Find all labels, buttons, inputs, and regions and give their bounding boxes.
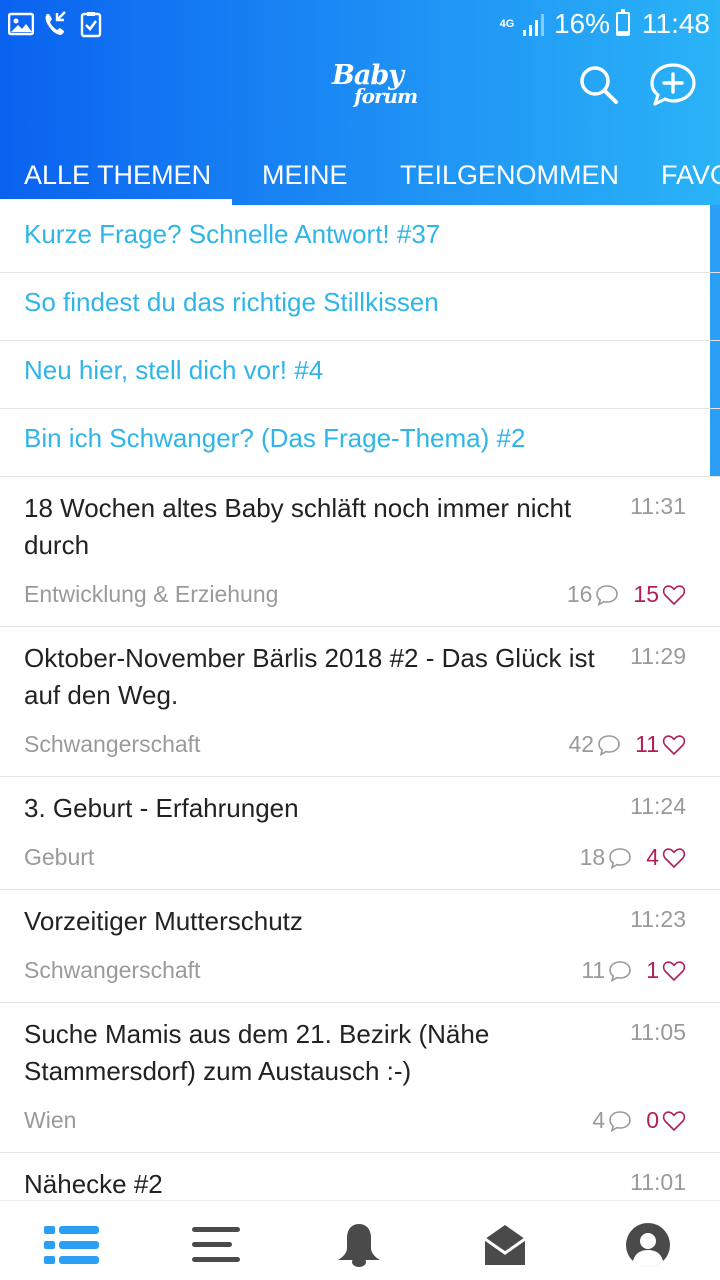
topic-list-icon[interactable]	[40, 1221, 104, 1269]
thread-time: 11:29	[630, 643, 686, 669]
status-bar: 4G 16% 11:48	[0, 0, 720, 50]
heart-icon[interactable]	[662, 1110, 686, 1132]
thread-row[interactable]: Vorzeitiger Mutterschutz 11:23 Schwanger…	[0, 890, 720, 1003]
image-icon	[8, 12, 34, 36]
thread-category: Schwangerschaft	[24, 731, 201, 757]
thread-row[interactable]: Suche Mamis aus dem 21. Bezirk (Nähe Sta…	[0, 1003, 720, 1153]
search-icon[interactable]	[574, 60, 624, 110]
like-count: 1	[646, 957, 659, 983]
thread-category: Schwangerschaft	[24, 957, 201, 983]
tab-teilgenommen[interactable]: TEILGENOMMEN	[400, 148, 619, 205]
like-count: 4	[646, 844, 659, 870]
thread-row[interactable]: Nähecke #2 11:01	[0, 1153, 720, 1200]
baby-forum-logo: Baby forum	[332, 60, 418, 108]
thread-time: 11:01	[630, 1169, 686, 1195]
pinned-thread[interactable]: Kurze Frage? Schnelle Antwort! #37	[0, 205, 720, 273]
pinned-thread-title: Bin ich Schwanger? (Das Frage-Thema) #2	[24, 423, 526, 453]
battery-icon	[616, 9, 630, 36]
thread-list[interactable]: Kurze Frage? Schnelle Antwort! #37 So fi…	[0, 205, 720, 1200]
tab-bar: ALLE THEMEN MEINE TEILGENOMMEN FAVO	[0, 148, 720, 205]
comment-count: 16	[566, 581, 593, 607]
profile-icon[interactable]	[616, 1221, 680, 1269]
thread-row[interactable]: 3. Geburt - Erfahrungen 11:24 Geburt 18 …	[0, 777, 720, 890]
comment-bubble-icon	[598, 734, 620, 756]
comment-bubble-icon	[609, 847, 632, 869]
thread-time: 11:23	[630, 906, 686, 932]
thread-time: 11:31	[630, 493, 686, 519]
pinned-thread[interactable]: Neu hier, stell dich vor! #4	[0, 341, 720, 409]
thread-time: 11:24	[630, 793, 686, 819]
comment-bubble-icon	[596, 584, 619, 606]
pinned-thread[interactable]: So findest du das richtige Stillkissen	[0, 273, 720, 341]
thread-title: Suche Mamis aus dem 21. Bezirk (Nähe Sta…	[24, 1019, 490, 1086]
pinned-marker	[710, 409, 720, 476]
phone-call-icon	[45, 11, 66, 35]
pinned-thread-title: So findest du das richtige Stillkissen	[24, 287, 439, 317]
network-type: 4G	[499, 17, 515, 30]
clock: 11:48	[642, 8, 710, 39]
app-header: 4G 16% 11:48 Baby forum ALLE THEMEN MEIN…	[0, 0, 720, 205]
pinned-marker	[710, 273, 720, 340]
heart-icon[interactable]	[662, 847, 686, 869]
pinned-thread-title: Neu hier, stell dich vor! #4	[24, 355, 324, 385]
thread-title: 3. Geburt - Erfahrungen	[24, 793, 299, 823]
mail-icon[interactable]	[473, 1221, 537, 1269]
tab-meine[interactable]: MEINE	[262, 148, 348, 205]
thread-title: Oktober-November Bärlis 2018 #2 - Das Gl…	[24, 643, 595, 710]
comment-count: 18	[579, 844, 606, 870]
comment-count: 11	[581, 957, 606, 983]
signal-icon	[522, 14, 544, 36]
like-count: 15	[633, 581, 659, 607]
thread-title: Nähecke #2	[24, 1169, 163, 1199]
thread-category: Geburt	[24, 844, 95, 870]
bell-icon[interactable]	[327, 1221, 391, 1269]
thread-category: Wien	[24, 1107, 77, 1133]
thread-row[interactable]: Oktober-November Bärlis 2018 #2 - Das Gl…	[0, 627, 720, 777]
like-count: 11	[635, 731, 659, 757]
comment-bubble-icon	[609, 1110, 632, 1132]
bottom-navigation	[0, 1200, 720, 1280]
thread-row[interactable]: 18 Wochen altes Baby schläft noch immer …	[0, 477, 720, 627]
tab-favoriten[interactable]: FAVO	[661, 148, 720, 205]
like-count: 0	[646, 1107, 659, 1133]
heart-icon[interactable]	[662, 734, 686, 756]
comment-bubble-icon	[609, 960, 632, 982]
clipboard-check-icon	[80, 12, 102, 38]
battery-percent: 16%	[553, 8, 610, 39]
heart-icon[interactable]	[662, 584, 686, 606]
pinned-thread-title: Kurze Frage? Schnelle Antwort! #37	[24, 219, 441, 249]
comment-count: 4	[592, 1107, 606, 1133]
thread-title: 18 Wochen altes Baby schläft noch immer …	[24, 493, 572, 560]
pinned-marker	[710, 341, 720, 408]
pinned-marker	[710, 205, 720, 272]
pinned-thread[interactable]: Bin ich Schwanger? (Das Frage-Thema) #2	[0, 409, 720, 477]
tab-alle-themen[interactable]: ALLE THEMEN	[24, 148, 211, 205]
thread-category: Entwicklung & Erziehung	[24, 581, 279, 607]
menu-icon[interactable]	[184, 1221, 248, 1269]
comment-count: 42	[568, 731, 595, 757]
thread-title: Vorzeitiger Mutterschutz	[24, 906, 303, 936]
new-post-bubble-icon[interactable]	[648, 60, 698, 110]
heart-icon[interactable]	[662, 960, 686, 982]
thread-time: 11:05	[630, 1019, 686, 1045]
